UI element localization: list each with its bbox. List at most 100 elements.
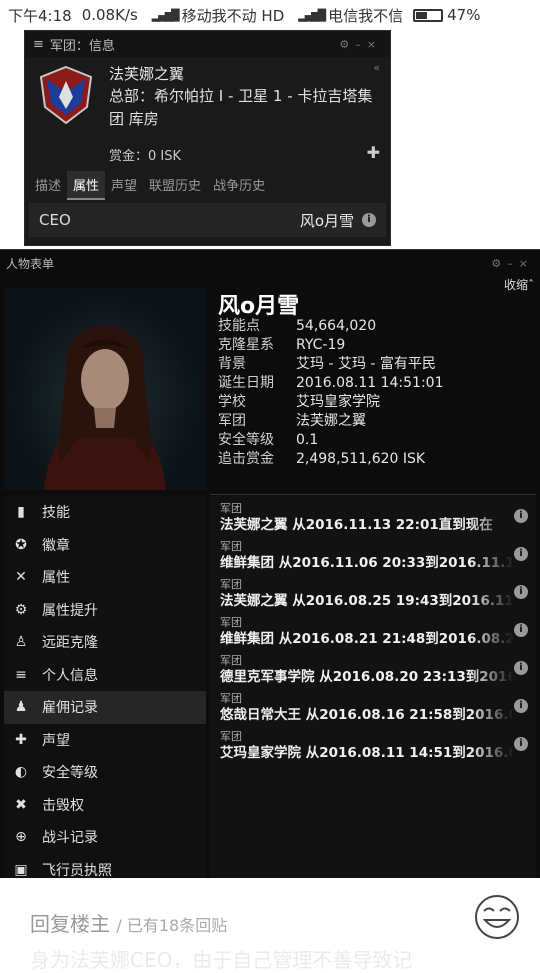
network-speed: 0.08K/s xyxy=(81,6,138,24)
character-sheet-window: 人物表单 ⚙–× 收缩ˆ 风o月雪 技能点 54,664,020 克隆星系 RYC-… xyxy=(0,249,540,880)
info-icon[interactable]: i xyxy=(514,509,528,523)
ceo-name[interactable]: 风o月雪 xyxy=(300,210,354,231)
battery-icon xyxy=(413,8,444,22)
nav-item[interactable]: ♟ 雇佣记录 xyxy=(4,691,206,724)
collapse-label: 收缩 xyxy=(503,278,528,292)
reply-to-op-button[interactable]: 回复楼主 / 已有18条回贴 xyxy=(30,908,227,937)
stat-value: 0.1 xyxy=(296,432,319,448)
collapse-button[interactable]: 收缩ˆ xyxy=(504,276,534,293)
reply-label: 回复楼主 xyxy=(30,912,110,936)
stat-label: 诞生日期 xyxy=(218,375,274,391)
nav-item-label: 远距克隆 xyxy=(42,635,98,652)
nav-item[interactable]: ▮ 技能 xyxy=(4,496,206,529)
character-stats: 技能点 54,664,020 克隆星系 RYC-19 背景 艾玛 - 艾玛 - 富有平… xyxy=(218,317,444,469)
history-row: 军团 法芙娜之翼 从2016.08.25 19:43到2016.11 i xyxy=(210,572,536,610)
post-preview-text: 身为法芙娜CEO，由于自己管理不善导致记 xyxy=(30,948,413,972)
fade-overlay xyxy=(0,878,540,908)
nav-item-label: 属性提升 xyxy=(42,602,98,619)
stat-label: 追击赏金 xyxy=(218,451,274,467)
stat-value: 艾玛皇家学院 xyxy=(296,394,380,410)
info-icon[interactable]: i xyxy=(514,661,528,675)
character-portrait xyxy=(4,288,206,490)
stat-value: 艾玛 - 艾玛 - 富有平民 xyxy=(296,356,436,372)
nav-item-label: 声望 xyxy=(42,732,70,749)
nav-item[interactable]: ◐ 安全等级 xyxy=(4,756,206,789)
nav-item[interactable]: ≡ 个人信息 xyxy=(4,659,206,692)
emoji-icon[interactable] xyxy=(474,894,520,940)
nav-item[interactable]: ⊕ 战斗记录 xyxy=(4,821,206,854)
collapse-icon[interactable]: « xyxy=(373,61,380,74)
history-entry: 法芙娜之翼 从2016.11.13 22:01直到现在 xyxy=(220,517,493,533)
stat-row: 克隆星系 RYC-19 xyxy=(218,336,444,355)
nav-item-label: 飞行员执照 xyxy=(42,862,112,879)
menu-icon[interactable]: ≡ xyxy=(33,37,44,52)
nav-item[interactable]: ♙ 远距克隆 xyxy=(4,626,206,659)
nav-item[interactable]: ✚ 声望 xyxy=(4,724,206,757)
tab-attributes[interactable]: 属性 xyxy=(67,171,106,200)
tab-war-history[interactable]: 战争历史 xyxy=(207,171,271,200)
window-controls[interactable]: ⚙–× xyxy=(491,257,534,270)
signal-icon: ▂▄▆█ xyxy=(151,8,180,22)
stat-row: 诞生日期 2016.08.11 14:51:01 xyxy=(218,374,444,393)
stat-row: 背景 艾玛 - 艾玛 - 富有平民 xyxy=(218,355,444,374)
tab-description[interactable]: 描述 xyxy=(29,171,67,200)
profile-icon: ≡ xyxy=(15,666,27,683)
info-icon[interactable]: i xyxy=(514,699,528,713)
security-icon: ◐ xyxy=(14,764,28,781)
stat-row: 追击赏金 2,498,511,620 ISK xyxy=(218,450,444,469)
divider xyxy=(210,494,536,495)
sheet-title: 人物表单 xyxy=(6,256,55,271)
kill-rights-icon: ✖ xyxy=(15,796,27,813)
tab-alliance-history[interactable]: 联盟历史 xyxy=(143,171,207,200)
corp-window-titlebar[interactable]: ≡ 军团：信息 ⚙–× xyxy=(25,31,390,57)
stat-value: 2016.08.11 14:51:01 xyxy=(296,375,444,391)
history-row: 军团 法芙娜之翼 从2016.11.13 22:01直到现在 i xyxy=(210,496,536,534)
stat-value: 2,498,511,620 ISK xyxy=(296,451,426,467)
info-icon[interactable]: i xyxy=(514,623,528,637)
history-row: 军团 维鲜集团 从2016.11.06 20:33到2016.11.1 i xyxy=(210,534,536,572)
ceo-row: CEO 风o月雪 i xyxy=(29,203,386,237)
sheet-nav: ▮ 技能 ✪ 徽章 ✕ 属性 ⚙ 属性提升 ♙ 远距克隆 ≡ 个人信息 ♟ 雇佣记录 ✚ 声望 ◐ 安全等级 ✖ 击毁… xyxy=(4,496,206,880)
sheet-titlebar[interactable]: 人物表单 ⚙–× xyxy=(0,250,540,276)
stat-label: 克隆星系 xyxy=(218,337,274,353)
stat-label: 军团 xyxy=(218,413,246,429)
employment-history: 军团 法芙娜之翼 从2016.11.13 22:01直到现在 i 军团 维鲜集团 从20… xyxy=(210,496,536,880)
stat-row: 学校 艾玛皇家学院 xyxy=(218,393,444,412)
stat-value: 54,664,020 xyxy=(296,318,377,334)
history-entry: 悠哉日常大王 从2016.08.16 21:58到2016.0 xyxy=(220,707,514,723)
history-row: 军团 德里克军事学院 从2016.08.20 23:13到2016 i xyxy=(210,648,536,686)
info-icon[interactable]: i xyxy=(362,213,376,227)
corp-headquarters: 总部：希尔帕拉 I - 卫星 1 - 卡拉吉塔集团 库房 xyxy=(109,87,373,128)
nav-item[interactable]: ✕ 属性 xyxy=(4,561,206,594)
add-bounty-button[interactable]: ✚ xyxy=(367,143,380,162)
jump-clone-icon: ♙ xyxy=(14,634,28,651)
stat-value: RYC-19 xyxy=(296,337,346,353)
nav-item[interactable]: ⚙ 属性提升 xyxy=(4,594,206,627)
signal-icon: ▂▄▆█ xyxy=(298,8,326,22)
skill-book-icon: ▮ xyxy=(17,504,25,521)
corp-logo-icon xyxy=(39,65,93,125)
combat-log-icon: ⊕ xyxy=(15,829,27,846)
stat-label: 学校 xyxy=(218,394,246,410)
history-entry: 法芙娜之翼 从2016.08.25 19:43到2016.11 xyxy=(220,593,514,609)
history-row: 军团 维鲜集团 从2016.08.21 21:48到2016.08.2 i xyxy=(210,610,536,648)
nav-item-label: 个人信息 xyxy=(42,667,98,684)
status-time: 下午4:18 xyxy=(8,6,72,25)
info-icon[interactable]: i xyxy=(514,547,528,561)
chevron-up-icon: ˆ xyxy=(528,278,534,292)
window-controls[interactable]: ⚙–× xyxy=(339,38,382,51)
info-icon[interactable]: i xyxy=(514,737,528,751)
employment-icon: ♟ xyxy=(14,699,28,716)
stat-row: 技能点 54,664,020 xyxy=(218,317,444,336)
reply-bar: 回复楼主 / 已有18条回贴 身为法芙娜CEO，由于自己管理不善导致记 xyxy=(0,878,540,972)
stat-row: 安全等级 0.1 xyxy=(218,431,444,450)
carrier-1: 移动我不动 HD xyxy=(181,6,285,25)
tab-standings[interactable]: 声望 xyxy=(105,171,143,200)
nav-item[interactable]: ✪ 徽章 xyxy=(4,529,206,562)
stat-label: 背景 xyxy=(218,356,246,372)
nav-item[interactable]: ✖ 击毁权 xyxy=(4,789,206,822)
nav-item-label: 战斗记录 xyxy=(42,830,98,847)
status-bar: 下午4:18 0.08K/s ▂▄▆█ 移动我不动 HD ▂▄▆█ 电信我不信 … xyxy=(0,0,540,30)
info-icon[interactable]: i xyxy=(514,585,528,599)
character-name: 风o月雪 xyxy=(218,294,300,319)
